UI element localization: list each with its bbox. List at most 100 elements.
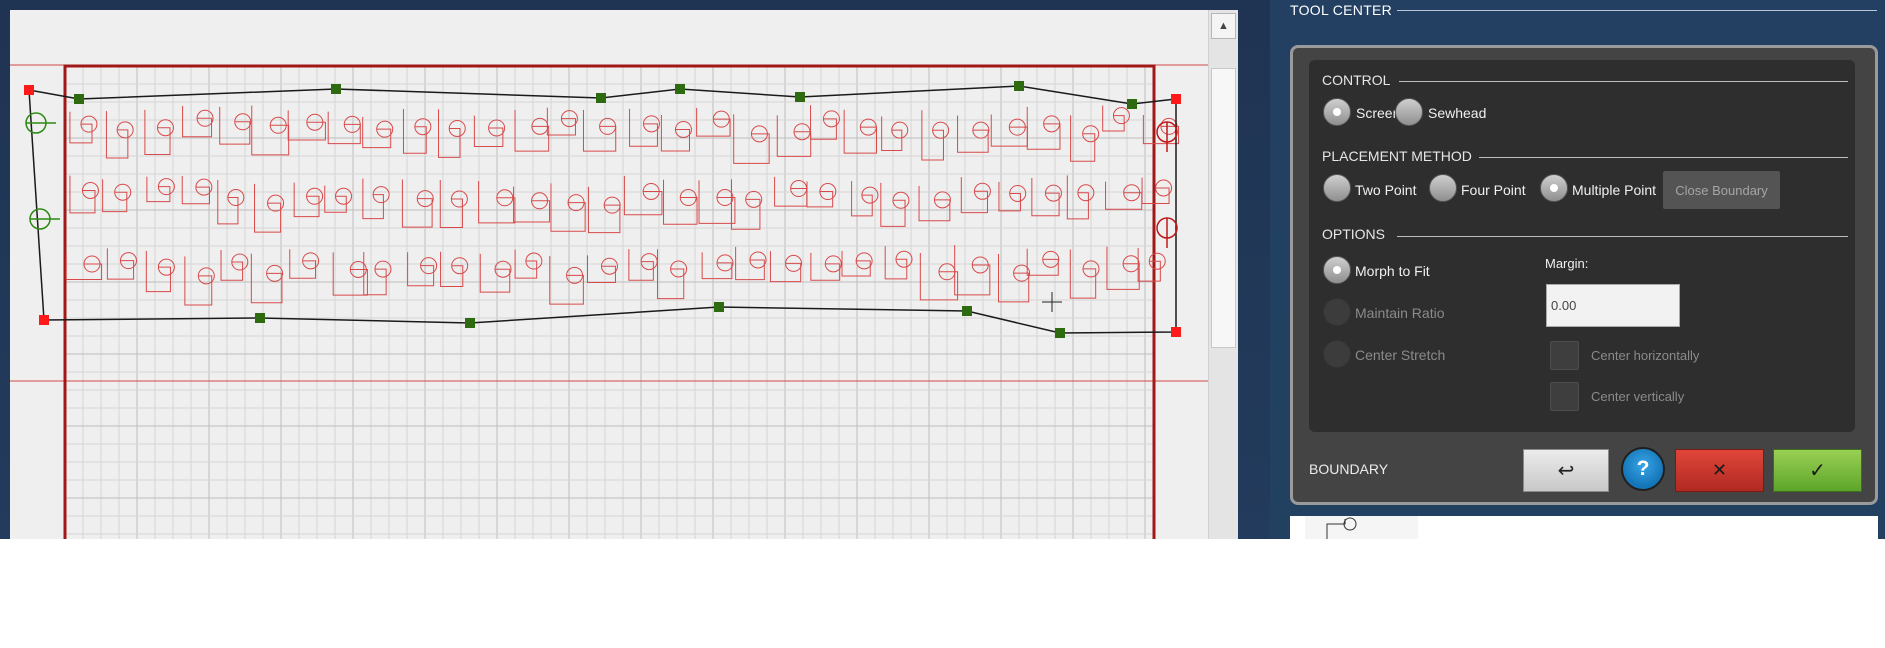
pattern-stroke	[997, 254, 1030, 303]
pattern-preview-strip	[1290, 516, 1878, 539]
options-divider	[1397, 236, 1848, 237]
center-vertically-checkbox[interactable]	[1550, 382, 1579, 411]
quilt-canvas-svg[interactable]	[10, 10, 1237, 539]
boundary-node[interactable]	[331, 84, 341, 94]
pattern-stroke	[287, 110, 326, 141]
pattern-stroke	[332, 252, 368, 296]
title-divider	[1397, 10, 1877, 11]
placement-section-label: PLACEMENT METHOD	[1322, 148, 1472, 164]
radio-maintain-ratio-label: Maintain Ratio	[1355, 305, 1445, 321]
quilt-boundary	[63, 64, 1156, 539]
pattern-stroke	[918, 185, 951, 222]
boundary-node[interactable]	[675, 84, 685, 94]
center-vertically-label: Center vertically	[1591, 389, 1685, 404]
pattern-stroke	[881, 116, 903, 151]
rotate-handle-left-bottom[interactable]	[29, 208, 60, 230]
pattern-stroke	[479, 253, 511, 293]
ok-button[interactable]: ✓	[1773, 449, 1862, 492]
pattern-design	[65, 105, 1180, 306]
close-boundary-button[interactable]: Close Boundary	[1663, 171, 1780, 209]
boundary-node[interactable]	[714, 302, 724, 312]
pattern-stroke	[731, 179, 761, 230]
pattern-thumbnail-icon	[1326, 517, 1357, 539]
crosshair-cursor	[1042, 292, 1062, 312]
scroll-thumb[interactable]	[1211, 68, 1236, 348]
pattern-stroke	[990, 114, 1028, 147]
triangle-up-icon: ▲	[1218, 20, 1229, 32]
radio-center-stretch-label: Center Stretch	[1355, 347, 1446, 363]
boundary-node[interactable]	[962, 306, 972, 316]
pattern-thumbnail[interactable]	[1305, 516, 1418, 539]
pattern-stroke	[851, 181, 873, 217]
help-button[interactable]: ?	[1621, 447, 1665, 491]
center-horizontally-checkbox[interactable]	[1550, 341, 1579, 370]
radio-maintain-ratio[interactable]	[1323, 298, 1351, 326]
radio-multiple-point[interactable]	[1540, 174, 1568, 202]
cancel-button[interactable]: ✕	[1675, 449, 1764, 492]
grid-lines	[64, 65, 1154, 539]
radio-morph-to-fit-label: Morph to Fit	[1355, 263, 1430, 279]
vertical-scrollbar[interactable]: ▲	[1208, 10, 1238, 539]
boundary-node[interactable]	[255, 313, 265, 323]
close-icon: ✕	[1711, 460, 1728, 480]
tool-center-inner: CONTROL Screen Sewhead PLACEMENT METHOD …	[1309, 60, 1855, 432]
pattern-stroke	[1066, 175, 1089, 220]
pattern-stroke	[1069, 249, 1097, 299]
radio-two-point[interactable]	[1323, 174, 1351, 202]
boundary-corner-node[interactable]	[24, 85, 34, 95]
boundary-node[interactable]	[465, 318, 475, 328]
radio-multiple-point-label: Multiple Point	[1572, 182, 1657, 198]
question-icon: ?	[1636, 457, 1650, 480]
boundary-label: BOUNDARY	[1309, 461, 1389, 477]
radio-sewhead-label: Sewhead	[1428, 105, 1487, 121]
tool-center-header: TOOL CENTER	[1290, 0, 1877, 20]
boundary-node[interactable]	[1055, 328, 1065, 338]
checkmark-icon: ✓	[1809, 460, 1826, 482]
pattern-stroke	[293, 182, 320, 218]
radio-center-stretch[interactable]	[1323, 340, 1351, 368]
control-section-label: CONTROL	[1322, 72, 1391, 88]
pattern-stroke	[217, 179, 239, 225]
boundary-node[interactable]	[596, 93, 606, 103]
rotate-handle-right-bottom[interactable]	[1156, 217, 1178, 248]
scroll-up-button[interactable]: ▲	[1211, 13, 1236, 39]
radio-screen[interactable]	[1323, 98, 1351, 126]
pattern-stroke	[698, 180, 736, 224]
boundary-node[interactable]	[1014, 81, 1024, 91]
tool-center-panel: CONTROL Screen Sewhead PLACEMENT METHOD …	[1290, 45, 1878, 505]
radio-four-point-label: Four Point	[1461, 182, 1526, 198]
undo-arrow-icon: ↩	[1557, 460, 1575, 482]
pattern-stroke	[362, 178, 384, 220]
pattern-stroke	[144, 109, 171, 155]
boundary-corner-node[interactable]	[1171, 327, 1181, 337]
pattern-stroke	[254, 183, 282, 233]
boundary-node[interactable]	[74, 94, 84, 104]
pattern-stroke	[629, 108, 658, 147]
pattern-stroke	[957, 115, 989, 153]
pattern-stroke	[921, 110, 944, 161]
pattern-stroke	[919, 253, 959, 301]
pattern-stroke	[843, 109, 877, 154]
pattern-stroke	[998, 181, 1021, 212]
placement-divider	[1479, 157, 1848, 158]
pattern-stroke	[327, 111, 361, 145]
boundary-node[interactable]	[795, 92, 805, 102]
pattern-stroke	[250, 253, 283, 304]
radio-four-point[interactable]	[1429, 174, 1457, 202]
radio-morph-to-fit[interactable]	[1323, 256, 1351, 284]
radio-sewhead[interactable]	[1395, 98, 1423, 126]
boundary-corner-node[interactable]	[39, 315, 49, 325]
undo-button[interactable]: ↩	[1523, 449, 1609, 492]
pattern-stroke	[776, 115, 812, 157]
pattern-stroke	[145, 250, 171, 293]
pattern-stroke	[514, 109, 550, 152]
pattern-stroke	[550, 183, 586, 232]
margin-input[interactable]: 0.00	[1546, 284, 1680, 327]
pattern-stroke	[440, 251, 464, 288]
pattern-stroke	[105, 111, 129, 159]
boundary-corner-node[interactable]	[1171, 94, 1181, 104]
pattern-stroke	[954, 245, 991, 296]
boundary-node[interactable]	[1127, 99, 1137, 109]
options-section-label: OPTIONS	[1322, 226, 1386, 242]
design-canvas[interactable]	[10, 10, 1237, 539]
